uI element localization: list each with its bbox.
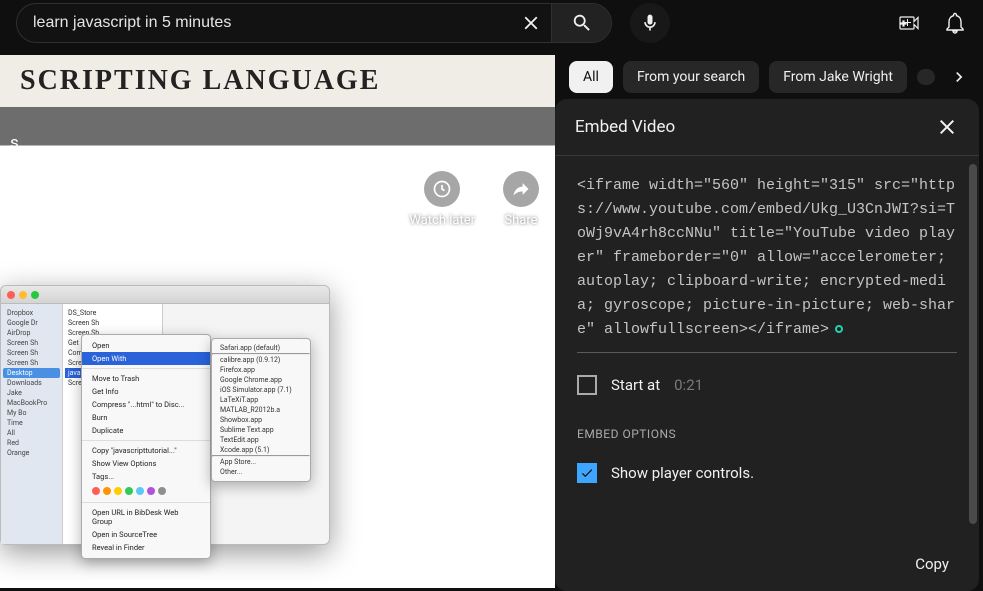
embed-dialog-footer: Copy	[555, 537, 979, 591]
copy-button[interactable]: Copy	[905, 549, 959, 579]
embed-dialog-header: Embed Video	[555, 99, 979, 156]
filter-chip[interactable]: From Jake Wright	[769, 61, 907, 93]
search-button[interactable]	[551, 4, 611, 42]
chevron-right-icon	[949, 67, 969, 87]
filter-chip[interactable]	[917, 69, 935, 85]
video-frame-whiteboard: SCRIPTING LANGUAGE	[0, 55, 555, 107]
clock-icon	[432, 179, 452, 199]
share-button[interactable]: Share	[503, 171, 539, 228]
embed-options-heading: EMBED OPTIONS	[577, 427, 957, 441]
side-panel: All From your search From Jake Wright Embe…	[555, 46, 983, 591]
voice-search-button[interactable]	[630, 3, 670, 43]
video-title-overlay: s	[0, 127, 29, 159]
microphone-icon	[640, 13, 660, 33]
show-controls-row: Show player controls.	[577, 463, 957, 483]
filter-chips: All From your search From Jake Wright	[569, 54, 983, 100]
bell-icon	[943, 11, 967, 35]
filter-chip[interactable]: All	[569, 61, 613, 93]
search-input[interactable]	[17, 14, 511, 32]
show-controls-checkbox[interactable]	[577, 463, 597, 483]
scrollbar[interactable]	[969, 164, 977, 524]
filter-chip[interactable]: From your search	[623, 61, 759, 93]
embed-dialog: Embed Video <iframe width="560" height="…	[555, 99, 979, 591]
start-at-checkbox[interactable]	[577, 375, 597, 395]
video-overlay-actions: Watch later Share	[409, 171, 539, 228]
header-actions	[897, 11, 967, 35]
embed-dialog-title: Embed Video	[575, 117, 675, 137]
video-player[interactable]: SCRIPTING LANGUAGE s Watch later Share	[0, 55, 555, 588]
watch-later-button[interactable]: Watch later	[409, 171, 475, 228]
embed-dialog-body: <iframe width="560" height="315" src="ht…	[555, 156, 979, 537]
check-icon	[580, 466, 594, 480]
share-label: Share	[504, 213, 537, 228]
embed-code-textarea[interactable]: <iframe width="560" height="315" src="ht…	[577, 174, 957, 353]
clear-search-button[interactable]	[511, 3, 551, 43]
text-cursor-indicator	[835, 325, 843, 333]
close-icon	[935, 115, 959, 139]
start-at-value[interactable]: 0:21	[674, 376, 703, 394]
video-frame-mac-window: DropboxGoogle DrAirDropScreen ShScreen S…	[0, 285, 330, 545]
close-icon	[520, 12, 542, 34]
show-controls-label: Show player controls.	[611, 464, 754, 482]
start-at-label: Start at	[611, 376, 660, 394]
notifications-button[interactable]	[943, 11, 967, 35]
embed-close-button[interactable]	[935, 115, 959, 139]
watch-later-label: Watch later	[409, 213, 475, 228]
header	[0, 0, 983, 46]
chips-scroll-right-button[interactable]	[945, 63, 973, 91]
create-button[interactable]	[897, 11, 921, 35]
start-at-row: Start at 0:21	[577, 375, 957, 395]
main-content: SCRIPTING LANGUAGE s Watch later Share	[0, 46, 983, 591]
search-icon	[571, 12, 593, 34]
create-video-icon	[897, 11, 921, 35]
search-bar	[16, 3, 612, 43]
share-icon	[511, 179, 531, 199]
